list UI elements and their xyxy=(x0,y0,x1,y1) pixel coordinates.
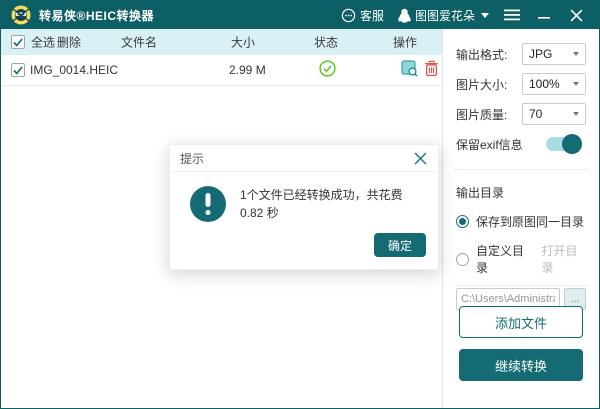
titlebar: 转易侠®HEIC转换器 客服 图图爱花朵 xyxy=(1,1,599,29)
account-menu[interactable]: 图图爱花朵 xyxy=(394,1,493,29)
minimize-button[interactable] xyxy=(531,1,557,29)
support-label: 客服 xyxy=(360,7,384,24)
column-status: 状态 xyxy=(314,34,338,51)
image-preview-icon xyxy=(401,60,418,77)
row-filesize: 2.99 M xyxy=(229,63,266,77)
image-size-select[interactable]: 100% xyxy=(522,73,586,95)
keep-exif-toggle[interactable] xyxy=(546,137,580,151)
radio-selected-icon xyxy=(456,215,469,228)
divider xyxy=(453,169,589,170)
dialog-message: 1个文件已经转换成功，共花费0.82 秒 xyxy=(240,186,424,222)
dialog-title: 提示 xyxy=(180,150,204,167)
result-dialog: 提示 1个文件已经转换成功，共花费0.82 秒 确定 xyxy=(169,144,439,270)
output-format-value: JPG xyxy=(529,47,552,61)
close-icon xyxy=(570,9,583,22)
continue-convert-button[interactable]: 继续转换 xyxy=(459,349,583,381)
status-success-icon xyxy=(319,60,336,80)
trash-icon xyxy=(424,61,439,77)
image-quality-select[interactable]: 70 xyxy=(522,103,586,125)
row-checkbox[interactable] xyxy=(11,63,25,77)
chevron-down-icon xyxy=(573,112,579,116)
open-directory-link[interactable]: 打开目录 xyxy=(542,242,586,276)
exclamation-icon xyxy=(190,186,226,222)
support-button[interactable]: 客服 xyxy=(337,1,388,29)
output-format-label: 输出格式: xyxy=(456,46,507,63)
radio-same-directory[interactable]: 保存到原图同一目录 xyxy=(456,213,586,230)
select-all-label[interactable]: 全选 xyxy=(31,34,55,51)
image-quality-label: 图片质量: xyxy=(456,106,507,123)
column-actions: 操作 xyxy=(393,34,417,51)
table-row: IMG_0014.HEIC 2.99 M xyxy=(1,55,442,86)
chevron-down-icon xyxy=(573,52,579,56)
table-header: 全选 删除 文件名 大小 状态 操作 xyxy=(1,29,442,55)
dialog-ok-button[interactable]: 确定 xyxy=(374,233,426,257)
column-size: 大小 xyxy=(231,34,255,51)
dialog-header: 提示 xyxy=(170,145,438,172)
add-files-button[interactable]: 添加文件 xyxy=(459,306,583,338)
close-icon xyxy=(414,152,427,165)
divider xyxy=(453,285,589,286)
keep-exif-label: 保留exif信息 xyxy=(456,136,523,153)
minimize-icon xyxy=(538,9,550,21)
radio-unselected-icon xyxy=(456,253,469,266)
output-format-select[interactable]: JPG xyxy=(522,43,586,65)
delete-row-button[interactable] xyxy=(424,61,439,80)
chevron-down-icon xyxy=(481,13,489,18)
radio-custom-label: 自定义目录 xyxy=(476,242,532,276)
column-filename: 文件名 xyxy=(121,34,157,51)
dialog-body: 1个文件已经转换成功，共花费0.82 秒 xyxy=(170,172,438,222)
image-quality-value: 70 xyxy=(529,107,542,121)
settings-sidebar: 输出格式: JPG 图片大小: 100% 图片质量: 70 xyxy=(442,29,599,408)
output-dir-title: 输出目录 xyxy=(456,184,586,201)
hamburger-icon xyxy=(504,9,520,21)
delete-selected-button[interactable]: 删除 xyxy=(57,34,81,51)
close-button[interactable] xyxy=(563,1,589,29)
qq-penguin-icon xyxy=(398,8,411,23)
select-all-checkbox[interactable] xyxy=(11,35,25,49)
row-filename: IMG_0014.HEIC xyxy=(30,63,118,77)
image-size-label: 图片大小: xyxy=(456,76,507,93)
image-size-value: 100% xyxy=(529,77,560,91)
dialog-close-button[interactable] xyxy=(412,150,428,166)
app-window: 转易侠®HEIC转换器 客服 图图爱花朵 xyxy=(0,0,600,409)
preview-image-button[interactable] xyxy=(401,60,418,80)
menu-button[interactable] xyxy=(499,1,525,29)
account-name: 图图爱花朵 xyxy=(415,7,475,24)
app-logo-icon xyxy=(11,5,31,25)
window-title: 转易侠®HEIC转换器 xyxy=(39,7,154,24)
radio-same-label: 保存到原图同一目录 xyxy=(476,213,584,230)
radio-custom-directory[interactable]: 自定义目录 打开目录 xyxy=(456,242,586,276)
chat-bubble-icon xyxy=(341,8,356,23)
chevron-down-icon xyxy=(573,82,579,86)
